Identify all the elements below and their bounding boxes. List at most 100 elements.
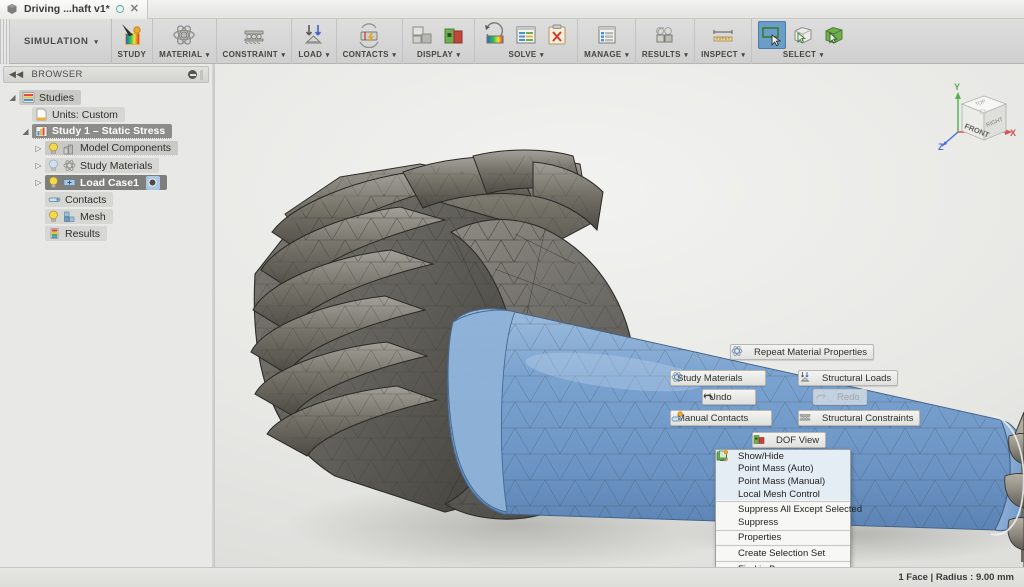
manage-button[interactable] — [593, 21, 621, 49]
results-button[interactable] — [651, 21, 679, 49]
viewport-canvas[interactable]: Z Y X FRONT RIGHT TOP — [215, 64, 1024, 567]
display-button[interactable] — [409, 21, 437, 49]
tree-item-results[interactable]: Results — [6, 225, 212, 242]
chevron-down-icon[interactable]: ▾ — [540, 52, 544, 59]
ribbon-grip[interactable] — [0, 19, 10, 64]
marking-item-dof-view[interactable]: DOF View — [752, 432, 826, 448]
context-item-suppress[interactable]: Suppress — [716, 516, 850, 529]
status-bar: 1 Face | Radius : 9.00 mm — [0, 567, 1024, 587]
tree-item-mesh[interactable]: Mesh — [6, 208, 212, 225]
solve-button[interactable] — [481, 21, 509, 49]
chevron-down-icon: ▾ — [94, 38, 98, 46]
contacts-button[interactable] — [355, 21, 383, 49]
ribbon-group-load: LOAD ▾ — [292, 19, 336, 64]
marking-item-study-materials[interactable]: Study Materials — [670, 370, 766, 386]
no-icon-placeholder — [721, 516, 733, 528]
ribbon-group-study: STUDY — [112, 19, 154, 64]
load-button[interactable] — [300, 21, 328, 49]
tree-item-units[interactable]: Units: Custom — [6, 106, 212, 123]
marking-item-repeat-material-properties[interactable]: Repeat Material Properties — [730, 344, 874, 360]
workspace-switcher[interactable]: SIMULATION ▾ — [12, 19, 112, 64]
context-item-point-mass-manual[interactable]: Point Mass (Manual) — [716, 475, 850, 488]
axis-label-x: X — [1010, 128, 1016, 138]
marking-menu[interactable]: Repeat Material Properties Study Materia… — [670, 344, 930, 449]
point-mass-auto-icon — [721, 463, 733, 475]
select-paint-button[interactable] — [820, 21, 848, 49]
visibility-bulb-icon[interactable] — [48, 210, 59, 223]
context-item-properties[interactable]: Properties — [716, 532, 850, 545]
ribbon-group-material: MATERIAL ▾ — [153, 19, 216, 64]
marking-item-structural-constraints[interactable]: Structural Constraints — [798, 410, 920, 426]
tree-item-study1[interactable]: ◢ Study 1 – Static Stress — [6, 123, 212, 140]
visibility-bulb-icon[interactable] — [48, 159, 59, 172]
ribbon-group-select: SELECT ▾ — [752, 19, 854, 64]
study-button[interactable] — [118, 21, 146, 49]
select-window-button[interactable] — [758, 21, 786, 49]
browser-title: BROWSER — [31, 69, 82, 80]
inspect-button[interactable] — [709, 21, 737, 49]
chevron-down-icon[interactable]: ▾ — [282, 52, 286, 59]
browser-minimize-icon[interactable] — [188, 70, 197, 79]
solve-cancel-button[interactable] — [543, 21, 571, 49]
chevron-down-icon[interactable]: ▾ — [820, 52, 824, 59]
context-item-local-mesh-control[interactable]: Local Mesh Control — [716, 488, 850, 501]
manual-contacts-icon — [753, 412, 765, 424]
chevron-down-icon[interactable]: ▾ — [741, 52, 745, 59]
expand-arrow-icon[interactable]: ▷ — [32, 161, 45, 170]
chevron-down-icon[interactable]: ▾ — [206, 52, 210, 59]
tree-item-contacts[interactable]: Contacts — [6, 191, 212, 208]
marking-item-structural-loads[interactable]: Structural Loads — [798, 370, 898, 386]
browser-resize-grip[interactable] — [200, 70, 203, 80]
context-item-create-selection-set[interactable]: Create Selection Set — [716, 547, 850, 560]
load-case-active-badge[interactable] — [146, 176, 160, 190]
select-box-button[interactable] — [789, 21, 817, 49]
ribbon-label-results: RESULTS — [642, 50, 681, 59]
marking-label-structural-loads: Structural Loads — [822, 373, 891, 384]
chevron-down-icon[interactable]: ▾ — [684, 52, 688, 59]
repeat-material-icon — [737, 346, 749, 358]
chevron-down-icon[interactable]: ▾ — [456, 52, 460, 59]
display-lock-button[interactable] — [440, 21, 468, 49]
menu-separator — [716, 545, 850, 546]
chevron-down-icon[interactable]: ▾ — [326, 52, 330, 59]
collapse-left-icon[interactable]: ◀◀ — [9, 69, 23, 80]
marking-item-undo[interactable]: Undo — [702, 389, 756, 405]
ribbon-label-select: SELECT — [783, 50, 816, 59]
expand-arrow-icon[interactable]: ▷ — [32, 144, 45, 153]
context-menu-group-suppress: Suppress All Except Selected Suppress — [716, 503, 850, 528]
visibility-bulb-icon[interactable] — [48, 142, 59, 155]
view-cube[interactable]: Z Y X FRONT RIGHT TOP — [932, 70, 1018, 154]
ribbon-label-constraint: CONSTRAINT — [223, 50, 278, 59]
context-menu-group-properties: Properties — [716, 532, 850, 545]
menu-separator — [716, 501, 850, 502]
tree-item-model-components[interactable]: ▷ Model Co — [6, 140, 212, 157]
no-icon-placeholder — [721, 532, 733, 544]
marking-item-manual-contacts[interactable]: Manual Contacts — [670, 410, 772, 426]
chevron-down-icon[interactable]: ▾ — [625, 52, 629, 59]
expand-arrow-icon[interactable]: ▷ — [32, 178, 45, 187]
context-menu[interactable]: Show/Hide Point Mass (Auto) — [715, 449, 851, 567]
tree-item-studies[interactable]: ◢ Studies — [6, 89, 212, 106]
expand-arrow-icon[interactable]: ◢ — [6, 93, 19, 102]
expand-arrow-icon[interactable]: ◢ — [19, 127, 32, 136]
study-materials-icon — [747, 372, 759, 384]
constraint-icon — [241, 22, 267, 48]
constraint-button[interactable] — [240, 21, 268, 49]
marking-label-study-materials: Study Materials — [677, 373, 742, 384]
chevron-down-icon[interactable]: ▾ — [392, 52, 396, 59]
material-button[interactable] — [170, 21, 198, 49]
context-item-point-mass-auto[interactable]: Point Mass (Auto) — [716, 463, 850, 476]
close-icon[interactable]: ✕ — [130, 4, 139, 15]
tree-item-study-materials[interactable]: ▷ Study Ma — [6, 157, 212, 174]
context-item-show-hide[interactable]: Show/Hide — [716, 450, 850, 463]
context-menu-group-visibility: Show/Hide Point Mass (Auto) — [716, 450, 850, 500]
document-tab[interactable]: Driving ...haft v1* ✕ — [0, 0, 148, 19]
point-mass-manual-icon — [721, 475, 733, 487]
tree-item-load-case1[interactable]: ▷ Load Case1 — [6, 174, 212, 191]
tree-label-results: Results — [65, 228, 100, 240]
solve-list-button[interactable] — [512, 21, 540, 49]
ribbon-group-manage: MANAGE ▾ — [578, 19, 636, 64]
visibility-bulb-icon[interactable] — [48, 176, 59, 189]
selection-status-text: 1 Face | Radius : 9.00 mm — [898, 572, 1014, 583]
context-item-suppress-all-except-selected[interactable]: Suppress All Except Selected — [716, 503, 850, 516]
